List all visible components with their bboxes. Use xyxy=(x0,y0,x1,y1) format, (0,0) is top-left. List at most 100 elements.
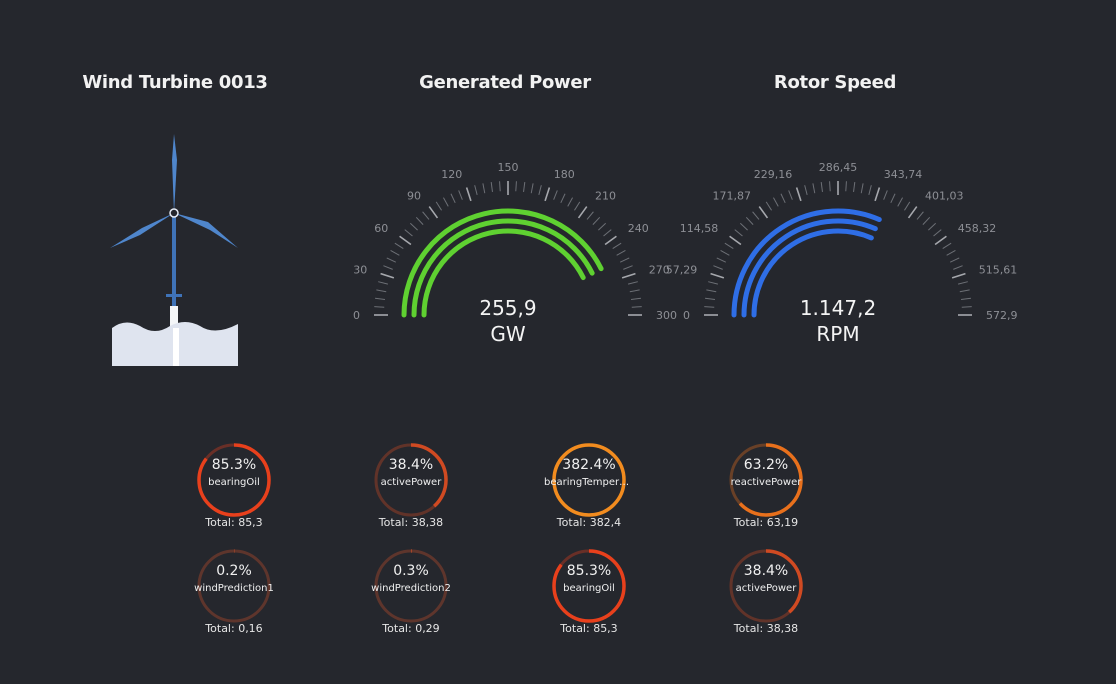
rotor-gauge-tick xyxy=(716,257,727,263)
donut-total: Total: 85,3 xyxy=(560,622,618,635)
power-gauge-tick xyxy=(553,190,558,200)
rotor-gauge-tick xyxy=(739,222,748,231)
rotor-gauge-tick-label: 57,29 xyxy=(666,263,698,276)
rotor-gauge-tick xyxy=(959,289,970,293)
rotor-gauge-tick xyxy=(765,201,772,211)
rotor-gauge-tick xyxy=(868,185,872,196)
donut-total: Total: 38,38 xyxy=(378,516,444,529)
metric-donut-active-power-2: 38.4% activePower Total: 38,38 xyxy=(696,546,836,635)
rotor-gauge-tick xyxy=(706,289,717,293)
generated-power-gauge: 0 30 60 90 120 150 180 210 240 270 300 255,9 GW xyxy=(348,160,677,360)
rotor-gauge-tick xyxy=(845,181,847,192)
power-gauge-tick xyxy=(560,193,566,204)
metric-donut-active-power: 38.4% activePower Total: 38,38 xyxy=(341,440,481,529)
power-gauge-tick xyxy=(490,181,493,193)
power-gauge-tick xyxy=(399,235,412,246)
rotor-gauge-tick xyxy=(946,250,956,256)
rotor-gauge-tick-label: 171,87 xyxy=(713,189,752,202)
metric-donut-bearing-oil: 85.3% bearingOil Total: 85,3 xyxy=(164,440,304,529)
rotor-gauge-tick xyxy=(960,297,972,300)
donut-label: bearingOil xyxy=(208,477,260,488)
rotor-gauge-tick xyxy=(860,183,864,194)
power-gauge-tick-label: 180 xyxy=(554,168,575,181)
rotor-gauge-tick xyxy=(907,206,918,219)
power-gauge-tick xyxy=(415,216,424,225)
power-gauge-tick xyxy=(530,183,534,194)
metric-donut-bearing-temperature: 382.4% bearingTemperatu... Total: 382,4 xyxy=(519,440,659,529)
rotor-gauge-tick xyxy=(773,197,779,207)
power-gauge-tick xyxy=(499,181,501,192)
rotor-gauge-tick xyxy=(949,257,960,263)
power-gauge-tick-label: 150 xyxy=(498,161,519,174)
rotor-gauge-tick xyxy=(780,193,786,204)
power-gauge-tick xyxy=(567,197,573,207)
donut-label: bearingTemperatu... xyxy=(544,477,634,488)
power-gauge-tick xyxy=(592,216,601,225)
metric-donut-reactive-power: 63.2% reactivePower Total: 63,19 xyxy=(696,440,836,529)
power-gauge-tick xyxy=(574,201,581,211)
power-gauge-tick xyxy=(482,183,486,194)
rotor-gauge-tick xyxy=(904,201,911,211)
power-gauge-tick xyxy=(586,211,594,220)
rotor-speed-value: 1.147,2 xyxy=(799,296,877,320)
power-gauge-tick xyxy=(374,297,386,300)
power-gauge-tick xyxy=(603,229,612,237)
rotor-gauge-tick-label: 572,9 xyxy=(986,309,1018,322)
rotor-speed-unit: RPM xyxy=(816,322,860,346)
rotor-gauge-tick-label: 401,03 xyxy=(925,189,964,202)
rotor-gauge-tick xyxy=(758,206,769,219)
rotor-gauge-tick xyxy=(957,281,968,285)
power-gauge-tick xyxy=(538,185,542,196)
rotor-gauge-tick-label: 229,16 xyxy=(754,168,793,181)
donut-label: activePower xyxy=(380,477,442,488)
power-gauge-tick-label: 90 xyxy=(407,189,421,202)
metric-donut-bearing-oil-2: 85.3% bearingOil Total: 85,3 xyxy=(519,546,659,635)
donut-total: Total: 382,4 xyxy=(556,516,622,529)
power-gauge-tick xyxy=(386,257,397,263)
power-gauge-tick-label: 0 xyxy=(353,309,360,322)
rotor-gauge-tick xyxy=(724,242,734,249)
power-gauge-tick-label: 120 xyxy=(441,168,462,181)
rotor-gauge-tick xyxy=(916,211,924,220)
power-title: Generated Power xyxy=(419,72,591,93)
power-gauge-tick xyxy=(630,297,642,300)
power-gauge-tick xyxy=(598,222,607,231)
rotor-gauge-tick xyxy=(795,187,802,202)
donut-percent: 0.2% xyxy=(216,563,252,579)
power-gauge-tick xyxy=(474,185,478,196)
power-gauge-tick xyxy=(390,250,400,256)
generated-power-value: 255,9 xyxy=(479,296,537,320)
rotor-gauge-tick-label: 343,74 xyxy=(884,168,923,181)
metric-donut-wind-prediction-1: 0.2% windPrediction1 Total: 0,16 xyxy=(164,546,304,635)
rotor-gauge-tick xyxy=(704,297,716,300)
power-gauge-tick xyxy=(544,187,551,202)
power-gauge-tick xyxy=(428,206,439,219)
rotor-gauge-tick xyxy=(922,216,931,225)
rotor-gauge-tick-label: 286,45 xyxy=(819,161,858,174)
power-gauge-tick xyxy=(515,181,517,192)
power-gauge-tick xyxy=(616,250,626,256)
rotor-gauge-tick xyxy=(745,216,754,225)
rotor-gauge-tick xyxy=(890,193,896,204)
power-gauge-tick xyxy=(623,265,633,270)
rotor-gauge-tick xyxy=(853,181,856,193)
power-gauge-tick xyxy=(404,229,413,237)
power-gauge-tick xyxy=(627,281,638,285)
donut-percent: 63.2% xyxy=(743,457,789,473)
power-gauge-tick-label: 30 xyxy=(353,263,367,276)
power-gauge-tick xyxy=(380,272,395,279)
power-gauge-tick-label: 300 xyxy=(656,309,677,322)
rotor-gauge-tick-label: 0 xyxy=(683,309,690,322)
donut-label: reactivePower xyxy=(730,477,802,488)
donut-total: Total: 63,19 xyxy=(733,516,799,529)
donut-label: activePower xyxy=(735,583,797,594)
donut-total: Total: 0,29 xyxy=(382,622,440,635)
rotor-gauge-tick xyxy=(951,272,966,279)
donut-percent: 382.4% xyxy=(562,457,616,473)
rotor-gauge-tick-label: 114,58 xyxy=(680,222,719,235)
power-gauge-tick xyxy=(435,201,442,211)
rotor-title: Rotor Speed xyxy=(773,72,897,93)
donut-percent: 38.4% xyxy=(388,457,434,473)
power-gauge-tick xyxy=(450,193,456,204)
rotor-gauge-tick xyxy=(883,190,888,200)
